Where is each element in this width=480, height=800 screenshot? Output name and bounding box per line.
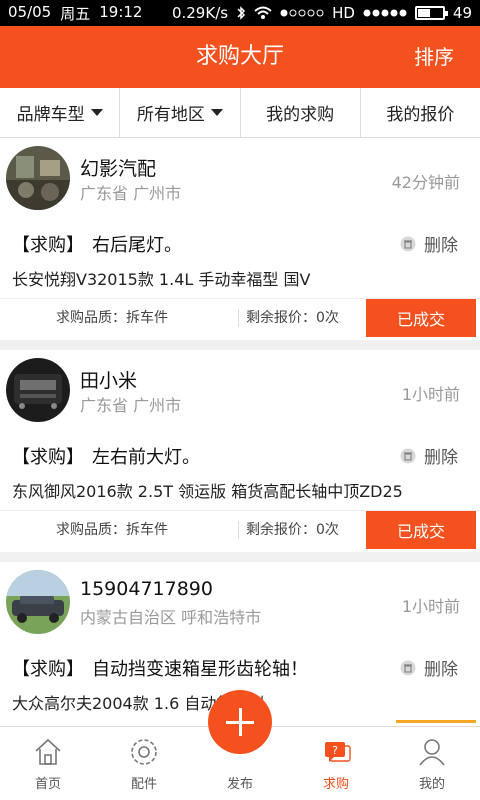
filter-label: 所有地区 <box>136 105 205 125</box>
status-weekday: 周五 <box>60 4 91 23</box>
caret-down-icon <box>90 109 103 116</box>
delete-button[interactable]: 删除 <box>400 443 458 468</box>
filter-label: 品牌车型 <box>16 105 85 125</box>
user-region: 广东省 广州市 <box>80 396 182 415</box>
request-tag: 【求购】 <box>12 659 84 680</box>
status-network: HD <box>332 4 355 22</box>
filter-bar: 品牌车型 所有地区 我的求购 我的报价 <box>0 88 480 138</box>
car-model: 长安悦翔V32015款 1.4L 手动幸福型 国V <box>12 270 311 289</box>
deal-status-button[interactable]: 已成交 <box>366 299 476 337</box>
car-model: 东风御风2016款 2.5T 领运版 箱货高配长轴中顶ZD25 <box>12 482 403 501</box>
tab-mine[interactable]: 我的 <box>384 727 480 800</box>
gear-icon <box>131 739 157 765</box>
tab-my-requests[interactable]: 我的求购 <box>241 88 361 137</box>
remaining-quotes: 剩余报价：0次 <box>246 522 339 538</box>
tab-label: 求购 <box>322 777 349 792</box>
avatar[interactable] <box>6 570 70 634</box>
filter-label: 我的求购 <box>266 105 335 125</box>
request-part: 左右前大灯。 <box>92 447 200 468</box>
remaining-quotes: 剩余报价：0次 <box>246 310 339 326</box>
tab-label: 配件 <box>130 777 157 792</box>
trash-icon <box>400 236 416 251</box>
status-speed: 0.29K/s <box>171 4 229 22</box>
deal-status-button[interactable]: 已成交 <box>366 511 476 549</box>
divider <box>238 521 239 539</box>
status-bar: 05/05 周五 19:12 0.29K/s HD 49 <box>0 0 480 26</box>
request-title: 【求购】 自动挡变速箱星形齿轮轴！ <box>12 655 308 681</box>
bluetooth-icon <box>237 6 246 20</box>
svg-text:?: ? <box>332 744 338 757</box>
tab-requests[interactable]: ? 求购 <box>288 727 384 800</box>
tab-my-quotes[interactable]: 我的报价 <box>361 88 480 137</box>
tab-label: 首页 <box>34 777 61 792</box>
request-meta: 求购品质：拆车件 剩余报价：0次 已成交 <box>0 298 480 338</box>
delete-button[interactable]: 删除 <box>400 231 458 256</box>
divider <box>238 309 239 327</box>
tab-label: 发布 <box>226 777 253 792</box>
post-time: 1小时前 <box>401 385 460 404</box>
user-name: 15904717890 <box>80 578 213 600</box>
delete-button[interactable]: 删除 <box>400 655 458 680</box>
caret-down-icon <box>210 109 223 116</box>
status-date: 05/05 <box>8 2 52 21</box>
delete-label: 删除 <box>424 448 458 468</box>
battery-icon <box>414 6 448 20</box>
trash-icon <box>400 660 416 675</box>
page-title: 求购大厅 <box>195 44 284 69</box>
chat-question-icon: ? <box>325 742 351 762</box>
request-title: 【求购】 右后尾灯。 <box>12 231 182 257</box>
signal-dots-icon <box>280 9 324 17</box>
filter-label: 我的报价 <box>386 105 455 125</box>
battery-level: 49 <box>452 4 472 22</box>
delete-label: 删除 <box>424 660 458 680</box>
request-title: 【求购】 左右前大灯。 <box>12 443 200 469</box>
request-tag: 【求购】 <box>12 447 84 468</box>
delete-label: 删除 <box>424 236 458 256</box>
sort-button[interactable]: 排序 <box>414 26 454 88</box>
home-icon <box>35 738 61 765</box>
app-bar: 求购大厅 排序 <box>0 26 480 88</box>
wifi-icon <box>254 6 272 19</box>
user-name: 田小米 <box>80 370 138 392</box>
request-part: 右后尾灯。 <box>92 235 182 256</box>
plus-icon <box>238 708 242 736</box>
request-list: 幻影汽配 广东省 广州市 42分钟前 【求购】 右后尾灯。 删除 长安悦翔V320… <box>0 138 480 726</box>
signal-dots-icon <box>363 9 407 17</box>
publish-button[interactable] <box>208 690 272 754</box>
post-time: 42分钟前 <box>391 173 460 192</box>
filter-brand-model[interactable]: 品牌车型 <box>0 88 121 137</box>
filter-region[interactable]: 所有地区 <box>120 88 241 137</box>
tab-label: 我的 <box>418 777 445 792</box>
request-card[interactable]: 幻影汽配 广东省 广州市 42分钟前 【求购】 右后尾灯。 删除 长安悦翔V320… <box>0 138 480 340</box>
avatar[interactable] <box>6 358 70 422</box>
request-card[interactable]: 田小米 广东省 广州市 1小时前 【求购】 左右前大灯。 删除 东风御风2016款… <box>0 350 480 552</box>
request-meta: 求购品质：拆车件 剩余报价：0次 已成交 <box>0 510 480 550</box>
user-region: 广东省 广州市 <box>80 184 182 203</box>
user-icon <box>419 739 445 766</box>
user-region: 内蒙古自治区 呼和浩特市 <box>80 608 262 627</box>
post-time: 1小时前 <box>401 597 460 616</box>
scroll-indicator <box>396 720 476 723</box>
tab-home[interactable]: 首页 <box>0 727 96 800</box>
tab-parts[interactable]: 配件 <box>96 727 192 800</box>
trash-icon <box>400 448 416 463</box>
status-time: 19:12 <box>99 2 143 21</box>
request-part: 自动挡变速箱星形齿轮轴！ <box>92 659 308 680</box>
quality-text: 求购品质：拆车件 <box>56 522 168 538</box>
user-name: 幻影汽配 <box>80 158 157 180</box>
request-tag: 【求购】 <box>12 235 84 256</box>
quality-text: 求购品质：拆车件 <box>56 310 168 326</box>
avatar[interactable] <box>6 146 70 210</box>
